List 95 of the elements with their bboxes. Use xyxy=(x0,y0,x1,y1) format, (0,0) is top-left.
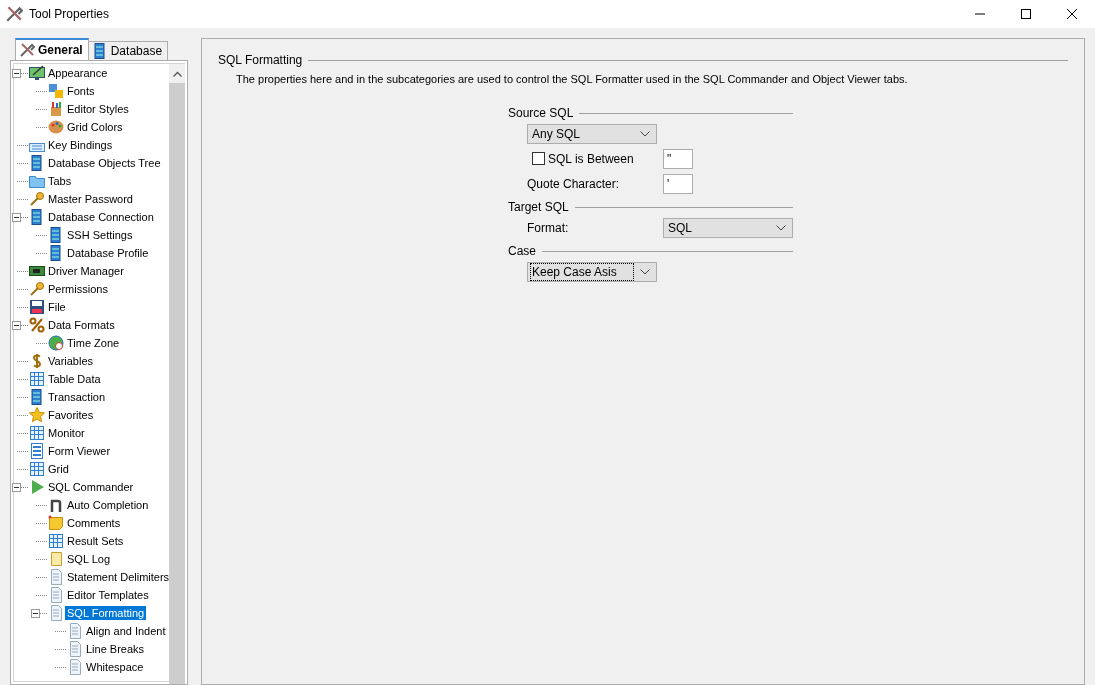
monitor-icon xyxy=(29,65,45,81)
window-title: Tool Properties xyxy=(29,7,110,21)
checkbox[interactable] xyxy=(532,152,545,165)
tree-item[interactable]: Table Data xyxy=(46,372,103,386)
tree-item[interactable]: Data Formats xyxy=(46,318,117,332)
document-icon xyxy=(67,623,83,639)
document-icon xyxy=(48,605,64,621)
database-icon xyxy=(48,227,64,243)
grid-icon xyxy=(29,371,45,387)
tree-item[interactable]: Grid xyxy=(46,462,71,476)
key-icon xyxy=(29,191,45,207)
tree-item[interactable]: SQL Commander xyxy=(46,480,136,494)
collapse-toggle[interactable] xyxy=(12,68,21,78)
document-icon xyxy=(48,569,64,585)
section-title: SQL Formatting xyxy=(218,53,303,67)
form-icon xyxy=(29,443,45,459)
tools-icon xyxy=(19,42,35,58)
collapse-toggle[interactable] xyxy=(12,482,21,492)
database-icon xyxy=(29,209,45,225)
tree-item[interactable]: Time Zone xyxy=(65,336,122,350)
grid-icon xyxy=(48,533,64,549)
tree-item[interactable]: Appearance xyxy=(46,66,110,80)
chevron-down-icon xyxy=(776,224,786,231)
text-field[interactable]: " xyxy=(663,148,693,169)
tree-item[interactable]: SQL Log xyxy=(65,552,112,566)
star-icon xyxy=(29,407,45,423)
font-icon xyxy=(48,83,64,99)
database-icon xyxy=(91,43,108,59)
tree-item[interactable]: Database Profile xyxy=(65,246,151,260)
field-label: Format: xyxy=(527,220,570,235)
key-icon xyxy=(29,281,45,297)
tree-item[interactable]: Statement Delimiters xyxy=(65,570,169,584)
document-icon xyxy=(67,641,83,657)
tree-item[interactable]: Database Connection xyxy=(46,210,156,224)
database-icon xyxy=(29,389,45,405)
palette-icon xyxy=(48,119,64,135)
globe-icon xyxy=(48,335,64,351)
tab[interactable]: Database xyxy=(87,41,169,60)
tree-item[interactable]: Whitespace xyxy=(84,660,146,674)
checkbox-label: SQL is Between xyxy=(548,151,634,166)
tree-item[interactable]: File xyxy=(46,300,68,314)
tree-item[interactable]: Comments xyxy=(65,516,123,530)
play-icon xyxy=(29,479,45,495)
document-icon xyxy=(67,659,83,675)
database-icon xyxy=(29,155,45,171)
note-icon xyxy=(48,515,64,531)
grid-icon xyxy=(29,461,45,477)
chevron-down-icon xyxy=(640,130,650,137)
collapse-toggle[interactable] xyxy=(12,212,21,222)
tree-item[interactable]: Align and Indent xyxy=(84,624,168,638)
tree-item[interactable]: Form Viewer xyxy=(46,444,113,458)
tree-item[interactable]: Auto Completion xyxy=(65,498,151,512)
tree-item[interactable]: Database Objects Tree xyxy=(46,156,163,170)
section-description: The properties here and in the subcategories are used to control the SQL Formatter used in the SQL Commander and Object Viewer tabs. xyxy=(236,73,909,85)
tree-item[interactable]: Monitor xyxy=(46,426,87,440)
tree-item[interactable]: Fonts xyxy=(65,84,97,98)
collapse-toggle[interactable] xyxy=(31,608,40,618)
tree-item[interactable]: Result Sets xyxy=(65,534,126,548)
group-title: Source SQL xyxy=(508,106,574,120)
tree-item[interactable]: Permissions xyxy=(46,282,110,296)
tools-icon xyxy=(5,5,23,23)
letter-icon xyxy=(48,497,64,513)
chevron-up-icon xyxy=(172,70,182,77)
tree-item[interactable]: SQL Formatting xyxy=(65,606,147,620)
brush-cup-icon xyxy=(48,101,64,117)
tree-item[interactable]: Transaction xyxy=(46,390,108,404)
collapse-toggle[interactable] xyxy=(12,320,21,330)
tree-item[interactable]: Key Bindings xyxy=(46,138,115,152)
tree-item[interactable]: Editor Templates xyxy=(65,588,151,602)
dropdown[interactable]: Any SQL xyxy=(527,123,657,144)
folder-icon xyxy=(29,173,45,189)
group-title: Target SQL xyxy=(508,200,569,214)
tree-item[interactable]: Driver Manager xyxy=(46,264,126,278)
percent-icon xyxy=(29,317,45,333)
field-label: Quote Character: xyxy=(527,176,621,191)
dropdown[interactable]: SQL xyxy=(663,217,793,238)
tree-item[interactable]: Favorites xyxy=(46,408,96,422)
document-icon xyxy=(48,587,64,603)
tree-item[interactable]: Editor Styles xyxy=(65,102,131,116)
tree-item[interactable]: Master Password xyxy=(46,192,135,206)
maximize-icon xyxy=(1021,9,1031,19)
database-icon xyxy=(48,245,64,261)
tree-item[interactable]: SSH Settings xyxy=(65,228,135,242)
grid-icon xyxy=(29,425,45,441)
tree-item[interactable]: Grid Colors xyxy=(65,120,125,134)
dropdown[interactable]: Keep Case Asis xyxy=(527,261,657,282)
tree-item[interactable]: Line Breaks xyxy=(84,642,147,656)
text-field[interactable]: ' xyxy=(663,173,693,194)
tree-item[interactable]: Tabs xyxy=(46,174,74,188)
close-icon xyxy=(1067,9,1077,19)
circuit-board-icon xyxy=(29,263,45,279)
chevron-down-icon xyxy=(640,268,650,275)
tab[interactable]: General xyxy=(15,38,89,60)
group-title: Case xyxy=(508,244,536,258)
tree-item[interactable]: Variables xyxy=(46,354,96,368)
